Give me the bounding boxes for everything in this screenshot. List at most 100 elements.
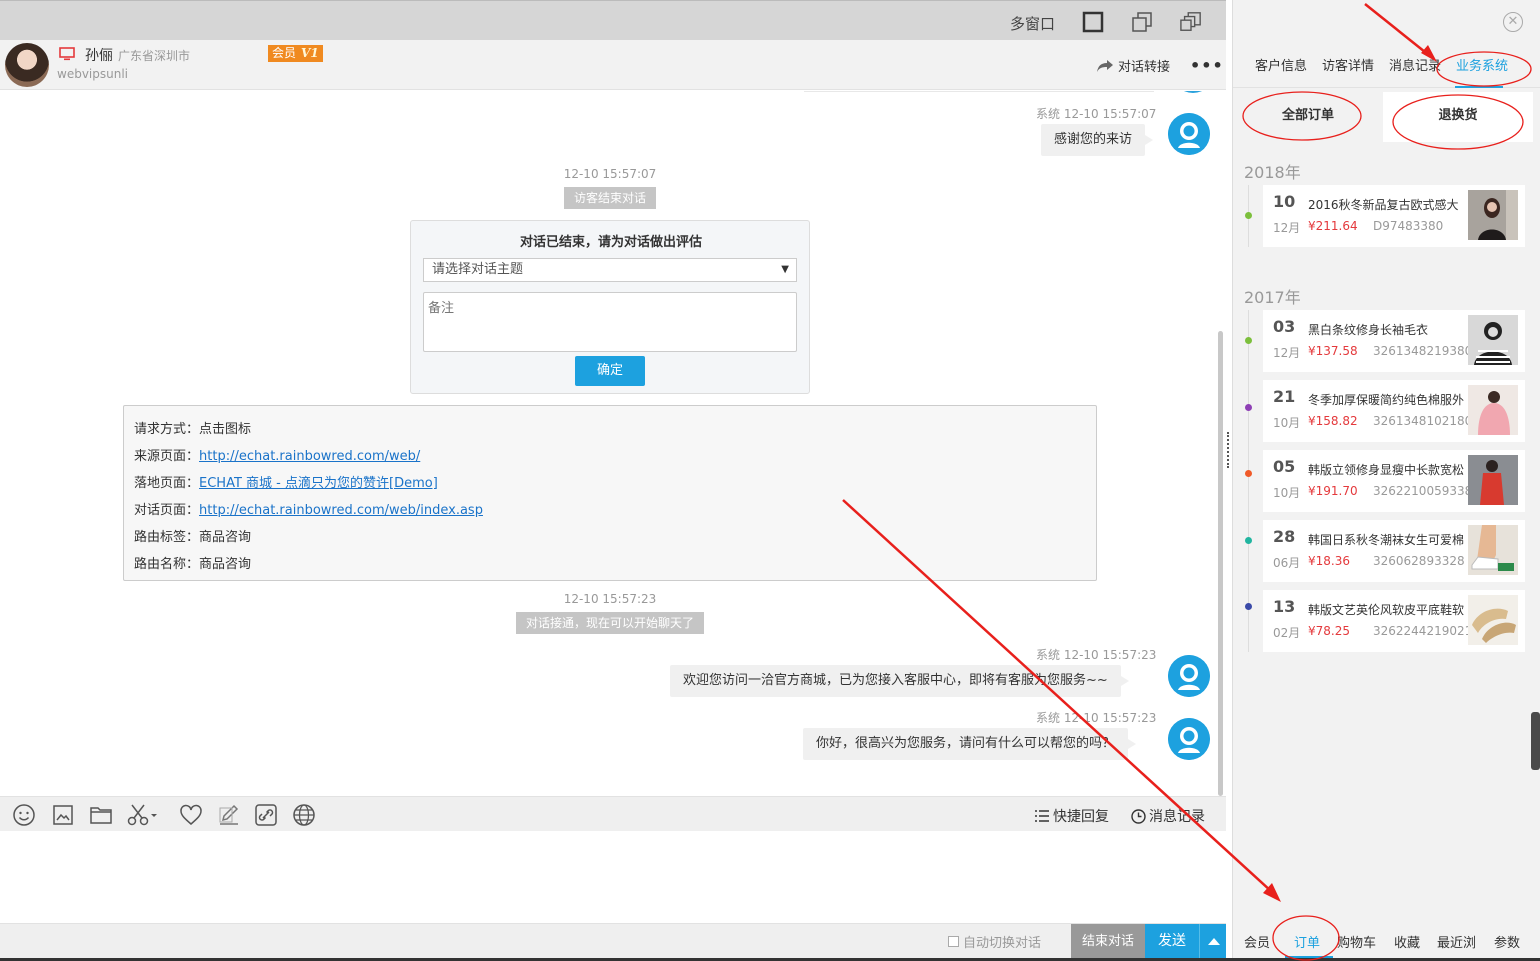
info-value: 商品咨询 (199, 530, 252, 545)
note-textarea[interactable]: 备注 (423, 292, 797, 352)
order-day: 05 (1273, 457, 1296, 476)
order-item[interactable]: 13 韩版文艺英伦风软皮平底鞋软 02月 ¥78.25 326224421902… (1263, 590, 1525, 652)
timeline-dot (1245, 470, 1252, 477)
close-icon[interactable]: ✕ (1503, 12, 1523, 32)
tab-business-system[interactable]: 业务系统 (1456, 55, 1508, 74)
chat-messages: 系统 12-10 15:57:07 感谢您的来访 12-10 15:57:07 … (0, 91, 1226, 796)
product-thumbnail (1468, 385, 1518, 435)
panel-tabs: 客户信息 访客详情 消息记录 业务系统 (1233, 48, 1540, 88)
product-thumbnail (1468, 190, 1518, 240)
footer-tab-recent[interactable]: 最近浏 (1437, 932, 1476, 951)
multi-window-icon[interactable] (1180, 11, 1202, 33)
info-row: 路由名称：商品咨询 (134, 553, 251, 572)
timeline-dot (1245, 212, 1252, 219)
pane-resizer[interactable] (1227, 432, 1231, 468)
topic-select[interactable]: 请选择对话主题 ▼ (423, 258, 797, 282)
order-title: 2016秋冬新品复古欧式感大 (1308, 198, 1459, 212)
landing-page-link[interactable]: ECHAT 商城 - 点滴只为您的赞许[Demo] (199, 476, 438, 491)
info-label: 路由标签： (134, 530, 200, 545)
order-day: 28 (1273, 527, 1296, 546)
footer-tab-favorites[interactable]: 收藏 (1394, 932, 1420, 951)
multi-window-label[interactable]: 多窗口 (1010, 13, 1055, 34)
image-icon[interactable] (51, 803, 75, 827)
message-input[interactable] (0, 831, 1226, 923)
caret-up-icon (1208, 938, 1220, 945)
order-price: ¥191.70 (1308, 484, 1358, 498)
order-title: 韩国日系秋冬潮袜女生可爱棉 (1308, 533, 1465, 547)
end-chat-button[interactable]: 结束对话 (1071, 924, 1145, 959)
info-value: 商品咨询 (199, 557, 252, 572)
heart-icon[interactable] (179, 803, 203, 827)
checkbox-box[interactable] (948, 936, 959, 947)
chat-page-link[interactable]: http://echat.rainbowred.com/web/index.as… (199, 503, 483, 518)
order-id: 32622442190218 (1373, 624, 1480, 638)
message-log-button[interactable]: 消息记录 (1131, 806, 1205, 826)
tab-message-records[interactable]: 消息记录 (1389, 55, 1441, 74)
transfer-button[interactable]: 对话转接 (1096, 56, 1170, 75)
order-item[interactable]: 10 2016秋冬新品复古欧式感大 12月 ¥211.64 D97483380 (1263, 185, 1525, 247)
screenshot-scissors-icon[interactable] (127, 803, 161, 827)
tab-customer-info[interactable]: 客户信息 (1255, 55, 1307, 74)
member-badge: 会员 V1 (268, 45, 323, 62)
send-button[interactable]: 发送 (1145, 924, 1199, 959)
subtab-returns[interactable]: 退换货 (1383, 92, 1533, 142)
link-icon[interactable] (254, 803, 278, 827)
footer-tab-params[interactable]: 参数 (1494, 932, 1520, 951)
maximize-icon[interactable] (1082, 11, 1104, 33)
evaluation-title: 对话已结束，请为对话做出评估 (519, 235, 702, 250)
auto-switch-checkbox[interactable]: 自动切换对话 (948, 932, 1041, 951)
year-heading: 2018年 (1244, 163, 1301, 182)
system-time: 12-10 15:57:07 (563, 167, 657, 181)
info-label: 落地页面： (134, 476, 200, 491)
order-id: D97483380 (1373, 219, 1444, 233)
visitor-id: webvipsunli (57, 67, 128, 81)
globe-icon[interactable] (292, 803, 316, 827)
order-item[interactable]: 03 黑白条纹修身长袖毛衣 12月 ¥137.58 32613482193807 (1263, 310, 1525, 372)
agent-avatar (1168, 655, 1210, 697)
compose-footer: 自动切换对话 结束对话 发送 (0, 923, 1226, 959)
year-heading: 2017年 (1244, 288, 1301, 307)
edit-icon[interactable] (217, 803, 241, 827)
footer-tab-member[interactable]: 会员 (1244, 932, 1270, 951)
transfer-label: 对话转接 (1118, 60, 1171, 75)
restore-icon[interactable] (1131, 11, 1153, 33)
product-thumbnail (1468, 525, 1518, 575)
order-month: 06月 (1273, 556, 1301, 570)
member-label: 会员 (272, 46, 297, 60)
quick-reply-button[interactable]: 快捷回复 (1034, 806, 1109, 826)
info-row: 请求方式：点击图标 (134, 418, 251, 437)
quick-reply-label: 快捷回复 (1053, 809, 1109, 825)
subtab-all-orders[interactable]: 全部订单 (1233, 92, 1383, 142)
order-id: 326062893328 (1373, 554, 1465, 568)
caret-down-icon: ▼ (781, 264, 789, 275)
order-day: 03 (1273, 317, 1296, 336)
edge-handle[interactable] (1531, 712, 1540, 770)
emoji-icon[interactable] (12, 803, 36, 827)
source-page-link[interactable]: http://echat.rainbowred.com/web/ (199, 449, 420, 464)
topic-select-value: 请选择对话主题 (432, 262, 524, 277)
timeline-dot (1245, 603, 1252, 610)
timeline-dot (1245, 537, 1252, 544)
order-price: ¥158.82 (1308, 414, 1358, 428)
tab-visitor-details[interactable]: 访客详情 (1322, 55, 1374, 74)
system-tag: 访客结束对话 (564, 187, 657, 209)
chat-scrollbar[interactable] (1218, 331, 1223, 796)
order-title: 韩版立领修身显瘦中长款宽松 (1308, 463, 1465, 477)
folder-icon[interactable] (89, 803, 113, 827)
footer-tab-orders[interactable]: 订单 (1294, 932, 1320, 951)
order-item[interactable]: 21 冬季加厚保暖简约纯色棉服外 10月 ¥158.82 32613481021… (1263, 380, 1525, 442)
info-row: 来源页面：http://echat.rainbowred.com/web/ (134, 445, 420, 464)
order-title: 黑白条纹修身长袖毛衣 (1308, 323, 1429, 337)
order-item[interactable]: 28 韩国日系秋冬潮袜女生可爱棉 06月 ¥18.36 326062893328 (1263, 520, 1525, 582)
order-price: ¥137.58 (1308, 344, 1358, 358)
more-button[interactable]: ••• (1190, 56, 1224, 75)
message-meta: 系统 12-10 15:57:23 (1036, 711, 1157, 725)
order-day: 13 (1273, 597, 1296, 616)
order-item[interactable]: 05 韩版立领修身显瘦中长款宽松 10月 ¥191.70 32622100593… (1263, 450, 1525, 512)
send-options-button[interactable] (1199, 924, 1226, 959)
message-edge (804, 91, 1154, 92)
confirm-button[interactable]: 确定 (575, 356, 645, 386)
order-id: 32613482193807 (1373, 344, 1480, 358)
footer-tab-cart[interactable]: 购物车 (1337, 932, 1376, 951)
order-month: 10月 (1273, 486, 1301, 500)
